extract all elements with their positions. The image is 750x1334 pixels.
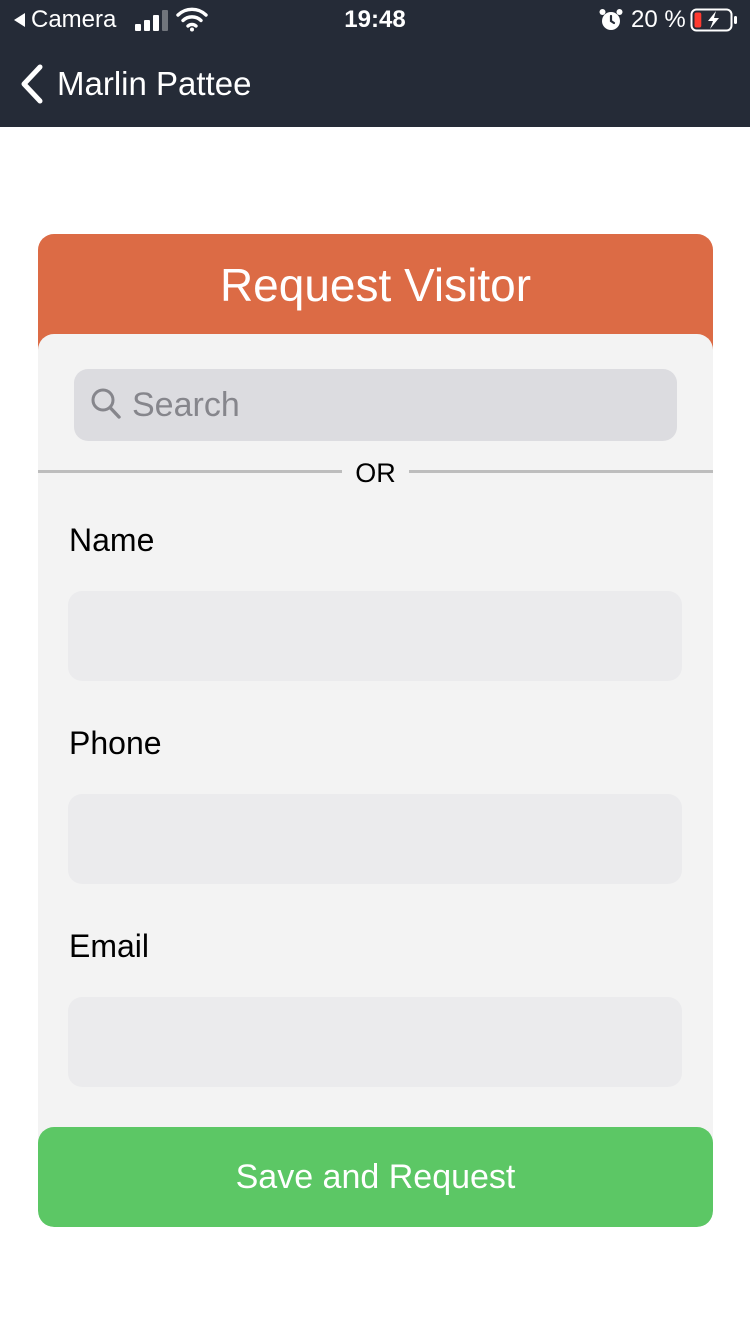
request-visitor-card: Request Visitor OR Name Phone Email Save…: [38, 234, 713, 1227]
divider-line-left: [38, 470, 342, 473]
search-bar[interactable]: [74, 369, 677, 441]
battery-percent: 20 %: [631, 6, 686, 33]
search-icon: [91, 388, 121, 419]
name-label: Name: [69, 522, 155, 558]
card-body: OR Name Phone Email: [38, 334, 713, 1227]
save-and-request-button[interactable]: Save and Request: [38, 1127, 713, 1227]
name-field[interactable]: [68, 591, 682, 681]
or-label: OR: [355, 458, 396, 488]
card-header: Request Visitor: [38, 234, 713, 350]
phone-label: Phone: [69, 725, 162, 761]
card-title: Request Visitor: [219, 259, 532, 311]
email-field[interactable]: [68, 997, 682, 1087]
alarm-icon: [599, 9, 623, 30]
nav-bar: Marlin Pattee: [0, 50, 750, 120]
or-divider: OR: [38, 458, 713, 489]
status-bar: Camera 19:48 20 %: [0, 0, 750, 40]
email-label: Email: [69, 928, 150, 964]
nav-title: Marlin Pattee: [57, 65, 252, 102]
phone-field[interactable]: [68, 794, 682, 884]
divider-line-right: [409, 470, 713, 473]
battery-charging-icon: [690, 8, 737, 32]
search-input[interactable]: [132, 369, 662, 441]
chevron-left-icon[interactable]: [18, 63, 44, 105]
top-bar: Camera 19:48 20 % Marlin Pattee: [0, 0, 750, 127]
